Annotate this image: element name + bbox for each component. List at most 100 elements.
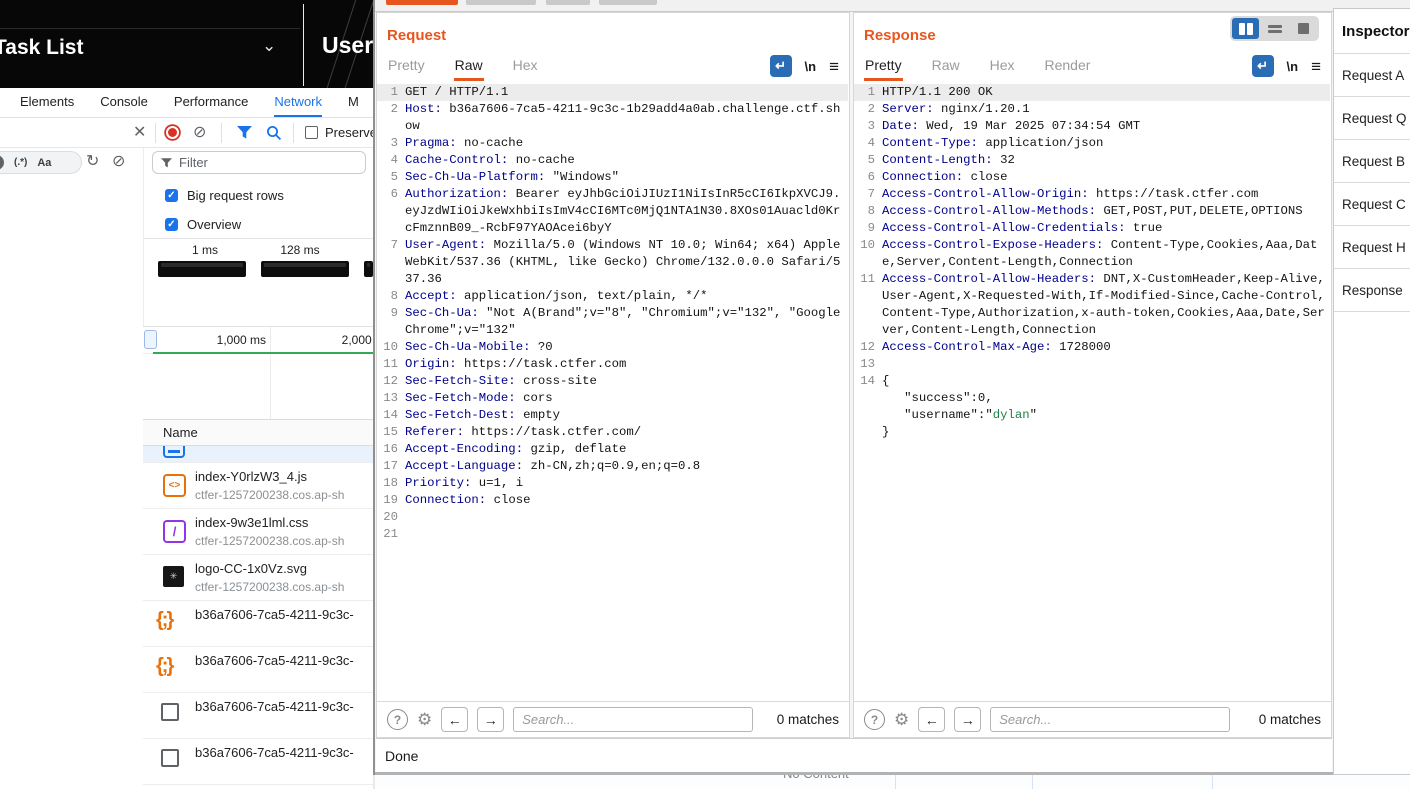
refresh-icon[interactable]: ↻ [86, 154, 99, 170]
help-icon[interactable]: ? [387, 709, 408, 730]
hamburger-menu-icon[interactable]: ≡ [829, 58, 839, 75]
network-request-row[interactable]: <> index-Y0rlzW3_4.js ctfer-1257200238.cos… [143, 463, 373, 509]
inspector-item[interactable]: Request H [1334, 226, 1410, 269]
gear-icon[interactable]: ⚙ [894, 710, 909, 730]
hamburger-menu-icon[interactable]: ≡ [1311, 58, 1321, 75]
show-newlines-icon[interactable]: \n [1287, 59, 1299, 74]
filmstrip-thumbnail[interactable] [261, 261, 349, 277]
search-icon[interactable] [266, 125, 282, 141]
block-icon[interactable]: ⊘ [112, 154, 125, 170]
gear-icon[interactable]: ⚙ [417, 710, 432, 730]
network-request-row[interactable]: / index-9w3e1lml.css ctfer-1257200238.cos.… [143, 509, 373, 555]
overview-tick: 1,000 ms [216, 333, 266, 347]
response-search-bar: ? ⚙ ← → Search... 0 matches [854, 701, 1331, 737]
filter-input[interactable]: Filter [152, 151, 366, 174]
network-overview[interactable]: 1,000 ms 2,000 m [143, 326, 373, 420]
search-input[interactable]: Search... [513, 707, 754, 732]
code-line: 21 [383, 527, 398, 541]
repeater-tab[interactable] [466, 0, 536, 5]
word-wrap-icon[interactable]: ↵ [1251, 55, 1274, 77]
big-request-rows-option[interactable]: ✓ Big request rows [165, 185, 284, 205]
checkbox-checked-icon[interactable]: ✓ [165, 188, 178, 202]
filmstrip-thumbnail[interactable] [364, 261, 373, 277]
layout-toggle-group [1230, 16, 1319, 41]
request-panel-icons: ↵ \n ≡ [769, 55, 839, 77]
show-newlines-icon[interactable]: \n [805, 59, 817, 74]
inspector-item[interactable]: Response [1334, 269, 1410, 312]
repeater-tab[interactable] [599, 0, 657, 5]
view-tab-hex[interactable]: Hex [989, 51, 1016, 81]
inspector-item[interactable]: Request A [1334, 54, 1410, 97]
clear-search-icon[interactable]: ✕ [0, 155, 4, 170]
devtools-tab-network[interactable]: Network [274, 88, 323, 117]
code-line: 6 Authorization: Bearer eyJhbGciOiJIUzI1N… [390, 187, 841, 235]
response-panel-title: Response [864, 27, 936, 44]
regex-icon[interactable]: (.*) [14, 157, 27, 168]
preserve-log-checkbox[interactable] [305, 126, 318, 139]
big-request-rows-label: Big request rows [187, 187, 284, 203]
code-line: 2 Server: nginx/1.20.1 [867, 102, 1030, 116]
code-line: 17 Accept-Language: zh-CN,zh;q=0.9,en;q=0… [383, 459, 701, 473]
inspector-item[interactable]: Request B [1334, 140, 1410, 183]
columns-layout-icon[interactable] [1232, 18, 1259, 39]
devtools-tab-console[interactable]: Console [100, 88, 148, 117]
filter-funnel-icon[interactable] [237, 126, 252, 139]
code-line: 10 Access-Control-Expose-Headers: Content… [860, 238, 1318, 269]
single-layout-icon[interactable] [1290, 18, 1317, 39]
word-wrap-icon[interactable]: ↵ [769, 55, 792, 77]
view-tab-raw[interactable]: Raw [931, 51, 961, 81]
inspector-title-text: Inspector [1342, 22, 1410, 40]
search-input[interactable]: Search... [990, 707, 1231, 732]
no-content-text: No Content [783, 775, 849, 781]
status-bar: Done [376, 738, 1332, 772]
devtools-tab-m[interactable]: M [348, 88, 359, 117]
devtools-tab-elements[interactable]: Elements [20, 88, 74, 117]
name-column-header[interactable]: Name [143, 420, 373, 446]
view-tab-hex[interactable]: Hex [512, 51, 539, 81]
request-raw-editor[interactable]: 1 GET / HTTP/1.1 2 Host: b36a7606-7ca5-4211… [377, 83, 848, 700]
network-request-row[interactable]: {;} b36a7606-7ca5-4211-9c3c- [143, 601, 373, 647]
code-line: 14 Sec-Fetch-Dest: empty [383, 408, 560, 422]
close-icon[interactable]: ✕ [133, 125, 146, 141]
response-pretty-viewer[interactable]: 1 HTTP/1.1 200 OK 2 Server: nginx/1.20.1 3 Da… [854, 83, 1330, 700]
repeater-tab-active[interactable] [386, 0, 458, 5]
record-icon[interactable] [166, 126, 179, 139]
next-match-button[interactable]: → [954, 707, 982, 732]
devtools-tab-performance[interactable]: Performance [174, 88, 248, 117]
request-domain: ctfer-1257200238.cos.ap-sh [195, 580, 345, 594]
inspector-item[interactable]: Request Q [1334, 97, 1410, 140]
code-line: 16 Accept-Encoding: gzip, deflate [383, 442, 627, 456]
next-match-button[interactable]: → [477, 707, 505, 732]
page-behind-strip: No Content [375, 775, 1410, 789]
code-line: 4 Content-Type: application/json [867, 136, 1104, 150]
help-icon[interactable]: ? [864, 709, 885, 730]
rows-layout-icon[interactable] [1261, 18, 1288, 39]
task-list-dropdown[interactable]: Task List [0, 36, 83, 60]
fetch-file-icon: {;} [156, 655, 174, 677]
view-tab-raw[interactable]: Raw [453, 51, 484, 81]
filmstrip-thumbnail[interactable] [158, 261, 246, 277]
prev-match-button[interactable]: ← [918, 707, 946, 732]
view-tab-pretty[interactable]: Pretty [864, 51, 903, 81]
network-request-row[interactable]: b36a7606-7ca5-4211-9c3c- [143, 739, 373, 785]
other-file-icon [161, 703, 179, 721]
view-tab-pretty[interactable]: Pretty [387, 51, 426, 81]
chevron-down-icon[interactable]: ⌄ [262, 36, 276, 56]
network-request-row[interactable]: b36a7606-7ca5-4211-9c3c- [143, 693, 373, 739]
repeater-tab[interactable] [546, 0, 590, 5]
code-line: 4 Cache-Control: no-cache [390, 153, 575, 167]
inspector-item[interactable]: Request C [1334, 183, 1410, 226]
overview-drag-handle[interactable] [144, 330, 157, 349]
clear-icon[interactable]: ⊘ [193, 125, 206, 141]
network-request-row[interactable] [143, 446, 373, 463]
network-request-row[interactable]: ✳ logo-CC-1x0Vz.svg ctfer-1257200238.cos.a… [143, 555, 373, 601]
table-column-border [895, 775, 896, 789]
overview-option[interactable]: ✓ Overview [165, 214, 241, 234]
view-tab-render[interactable]: Render [1044, 51, 1092, 81]
request-name: b36a7606-7ca5-4211-9c3c- [195, 607, 354, 622]
checkbox-checked-icon[interactable]: ✓ [165, 217, 178, 231]
table-column-border [1212, 775, 1213, 789]
prev-match-button[interactable]: ← [441, 707, 469, 732]
match-case-icon[interactable]: Aa [37, 157, 51, 169]
network-request-row[interactable]: {;} b36a7606-7ca5-4211-9c3c- [143, 647, 373, 693]
